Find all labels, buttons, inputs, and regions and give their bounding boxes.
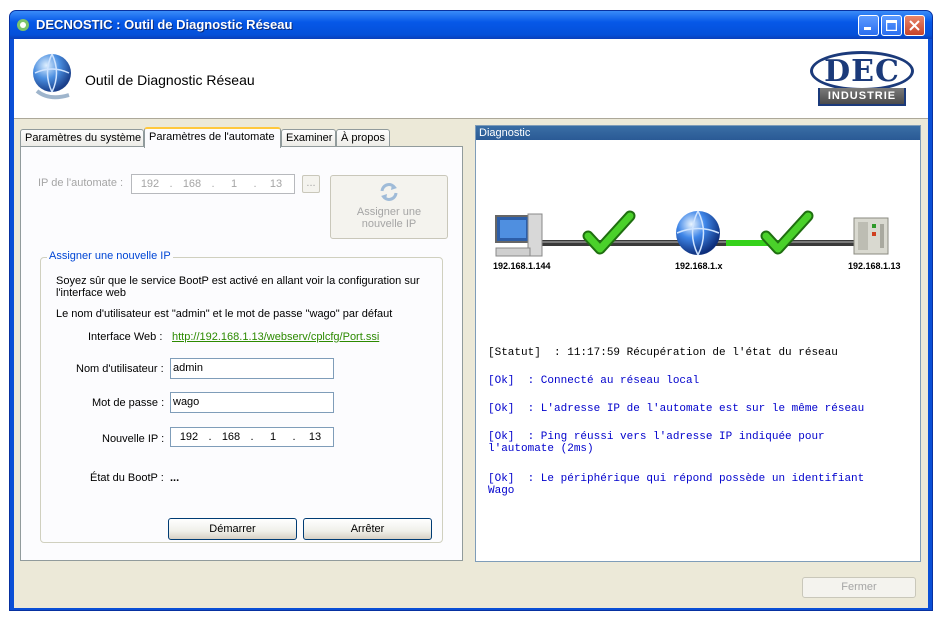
bootp-info-text: Soyez sûr que le service BootP est activ… xyxy=(56,275,420,299)
window-title: DECNOSTIC : Outil de Diagnostic Réseau xyxy=(36,17,293,32)
log-line-ok-3: [Ok] : Ping réussi vers l'adresse IP ind… xyxy=(488,431,825,455)
page-title: Outil de Diagnostic Réseau xyxy=(85,72,255,88)
web-interface-link[interactable]: http://192.168.1.13/webserv/cplcfg/Port.… xyxy=(172,331,379,343)
log-line-status: [Statut] : 11:17:59 Récupération de l'ét… xyxy=(488,347,838,359)
password-input[interactable]: wago xyxy=(170,392,334,413)
maximize-button[interactable] xyxy=(881,15,902,36)
app-window: DECNOSTIC : Outil de Diagnostic Réseau O… xyxy=(9,10,933,611)
diagnostic-title: Diagnostic xyxy=(476,126,920,140)
tab-plc-params[interactable]: Paramètres de l'automate xyxy=(144,127,281,148)
username-input[interactable]: admin xyxy=(170,358,334,379)
log-line-ok-2: [Ok] : L'adresse IP de l'automate est su… xyxy=(488,403,865,415)
minimize-button[interactable] xyxy=(858,15,879,36)
tab-examine[interactable]: Examiner xyxy=(281,129,336,147)
header-banner: Outil de Diagnostic Réseau DEC INDUSTRIE xyxy=(14,39,928,119)
username-label: Nom d'utilisateur : xyxy=(76,363,164,375)
logo-industrie: INDUSTRIE xyxy=(818,88,906,106)
password-label: Mot de passe : xyxy=(92,397,165,409)
start-button[interactable]: Démarrer xyxy=(168,518,297,540)
logo-dec: DEC xyxy=(810,51,914,91)
network-ip-label: 192.168.1.x xyxy=(675,261,723,271)
maximize-icon xyxy=(886,20,897,31)
company-logo: DEC INDUSTRIE xyxy=(810,51,914,109)
new-ip-label: Nouvelle IP : xyxy=(102,433,165,445)
client-area: Outil de Diagnostic Réseau DEC INDUSTRIE… xyxy=(14,39,928,608)
close-icon xyxy=(909,20,920,31)
stop-button[interactable]: Arrêter xyxy=(303,518,432,540)
close-button[interactable]: Fermer xyxy=(802,577,916,598)
bootp-status-value: ... xyxy=(170,472,180,484)
assign-new-ip-label: Assigner une nouvelle IP xyxy=(356,206,422,230)
network-globe-icon xyxy=(33,53,71,100)
app-icon xyxy=(17,19,29,31)
browse-button[interactable]: ... xyxy=(302,175,320,193)
tab-system-params[interactable]: Paramètres du système xyxy=(20,129,144,147)
credentials-info-text: Le nom d'utilisateur est "admin" et le m… xyxy=(56,308,393,320)
new-ip-group: Assigner une nouvelle IP Soyez sûr que l… xyxy=(40,250,443,543)
plc-node-ip-label: 192.168.1.13 xyxy=(848,261,901,271)
web-interface-label: Interface Web : xyxy=(88,331,163,343)
refresh-icon xyxy=(380,183,398,201)
diagnostic-panel: Diagnostic 192.168.1.144 192.168.1.x 192… xyxy=(475,125,921,562)
plc-params-panel: IP de l'automate : 192. 168. 1. 13 ... A… xyxy=(20,146,463,561)
log-line-ok-4: [Ok] : Le périphérique qui répond possèd… xyxy=(488,473,865,497)
minimize-icon xyxy=(864,27,871,30)
plc-icon xyxy=(853,217,889,255)
new-ip-legend: Assigner une nouvelle IP xyxy=(47,250,173,262)
pc-ip-label: 192.168.1.144 xyxy=(493,261,551,271)
log-line-ok-1: [Ok] : Connecté au réseau local xyxy=(488,375,700,387)
plc-ip-input[interactable]: 192. 168. 1. 13 xyxy=(131,174,295,194)
plc-ip-label: IP de l'automate : xyxy=(38,177,124,189)
bootp-status-label: État du BootP : xyxy=(90,472,164,484)
assign-new-ip-button[interactable]: Assigner une nouvelle IP xyxy=(330,175,448,239)
close-window-button[interactable] xyxy=(904,15,925,36)
title-bar[interactable]: DECNOSTIC : Outil de Diagnostic Réseau xyxy=(10,11,932,39)
computer-icon xyxy=(495,213,543,257)
new-ip-input[interactable]: 192. 168. 1. 13 xyxy=(170,427,334,447)
tab-about[interactable]: À propos xyxy=(336,129,390,147)
globe-network-icon xyxy=(676,210,720,256)
